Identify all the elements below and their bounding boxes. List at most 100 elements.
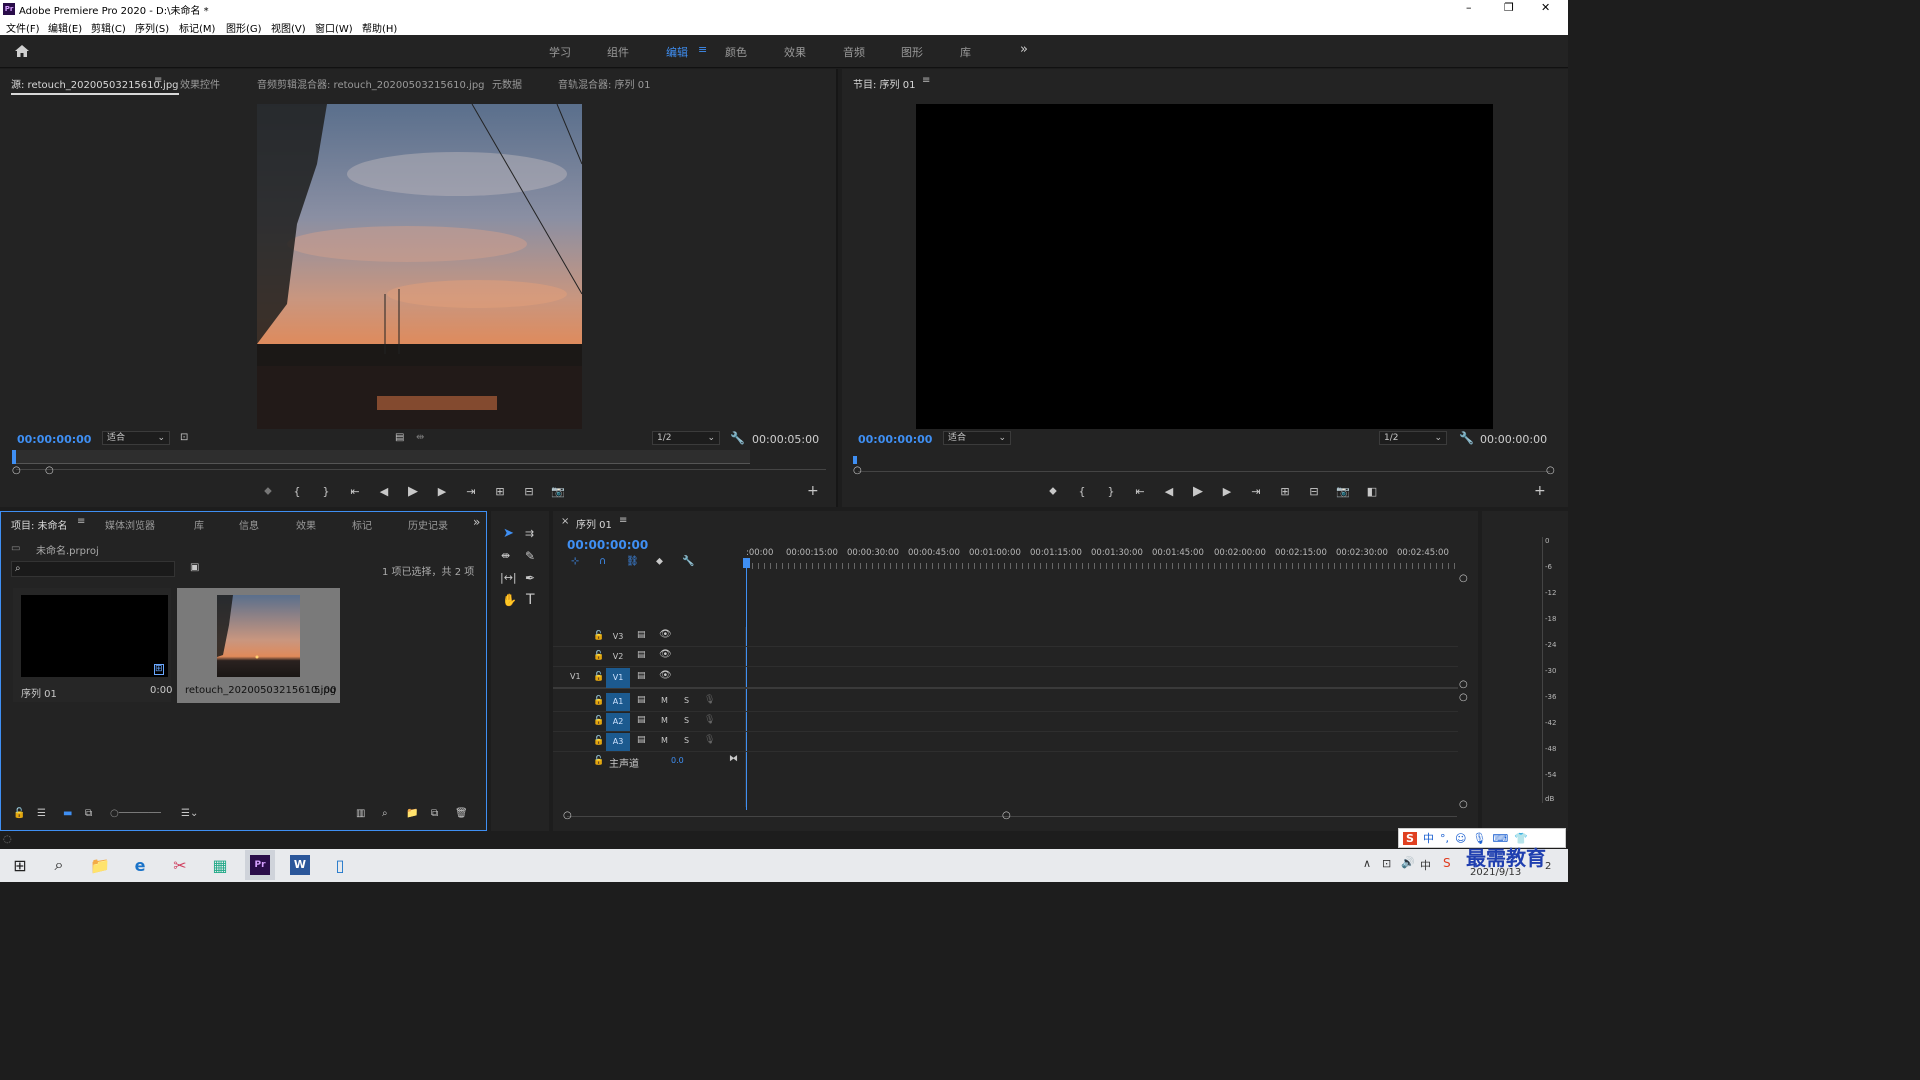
edge-browser-icon[interactable]: e bbox=[125, 850, 155, 880]
track-lock-icon[interactable]: 🔓 bbox=[593, 696, 604, 706]
source-settings-icon[interactable]: ⊡ bbox=[180, 432, 188, 443]
new-bin-icon[interactable]: 📁 bbox=[406, 808, 418, 819]
timeline-settings-icon[interactable]: 🔧 bbox=[682, 556, 694, 567]
track-target-v3[interactable]: V3 bbox=[606, 629, 630, 645]
program-menu-icon[interactable]: ≡ bbox=[922, 75, 930, 86]
solo-button[interactable]: S bbox=[684, 716, 689, 725]
tab-effect-controls[interactable]: 效果控件 bbox=[180, 76, 220, 91]
punctuation-icon[interactable]: °, bbox=[1440, 832, 1449, 845]
go-to-in-icon[interactable]: ⇤ bbox=[1130, 485, 1150, 498]
maximize-button[interactable]: ❐ bbox=[1504, 1, 1514, 14]
solo-button[interactable]: S bbox=[684, 696, 689, 705]
slip-tool-icon[interactable]: |↔| bbox=[500, 571, 517, 584]
go-to-out-icon[interactable]: ⇥ bbox=[461, 485, 481, 498]
emoji-icon[interactable]: ☺ bbox=[1455, 832, 1466, 845]
track-select-tool-icon[interactable]: ⇉ bbox=[525, 527, 534, 540]
workspace-color[interactable]: 颜色 bbox=[725, 44, 747, 60]
mark-in-icon[interactable]: { bbox=[287, 485, 307, 498]
voiceover-mic-icon[interactable]: 🎙 bbox=[704, 695, 715, 705]
program-zoom-dropdown[interactable]: 适合 ⌄ bbox=[943, 431, 1011, 445]
step-back-icon[interactable]: ◀ bbox=[1159, 485, 1179, 498]
workspace-overflow-icon[interactable]: » bbox=[1020, 42, 1028, 57]
track-target-a2[interactable]: A2 bbox=[606, 713, 630, 731]
project-tab-menu-icon[interactable]: ≡ bbox=[77, 516, 85, 527]
track-lock-icon[interactable]: 🔓 bbox=[593, 756, 604, 766]
workspace-graphics[interactable]: 图形 bbox=[901, 44, 923, 60]
track-lock-icon[interactable]: 🔓 bbox=[593, 716, 604, 726]
vertical-scroll-handle[interactable]: ○ bbox=[1459, 799, 1468, 810]
add-marker-icon[interactable]: ⬥ bbox=[1043, 484, 1063, 498]
timeline-ruler[interactable]: :00:00 00:00:15:00 00:00:30:00 00:00:45:… bbox=[746, 545, 1458, 569]
toggle-output-eye-icon[interactable]: 👁 bbox=[659, 649, 672, 660]
overwrite-icon[interactable]: ⊟ bbox=[519, 485, 539, 498]
tab-effects[interactable]: 效果 bbox=[296, 517, 316, 532]
panel-overflow-icon[interactable]: » bbox=[473, 515, 480, 529]
search-icon[interactable]: ⌕ bbox=[44, 850, 74, 880]
nest-icon[interactable]: ⊹ bbox=[571, 556, 579, 567]
menu-help[interactable]: 帮助(H) bbox=[362, 20, 397, 35]
tab-audio-track-mixer[interactable]: 音轨混合器: 序列 01 bbox=[558, 76, 650, 91]
lift-icon[interactable]: ⊞ bbox=[1275, 485, 1295, 498]
menu-view[interactable]: 视图(V) bbox=[271, 20, 306, 35]
find-icon[interactable]: ⌕ bbox=[382, 808, 388, 819]
source-playhead[interactable] bbox=[12, 450, 16, 464]
word-icon[interactable]: W bbox=[285, 850, 315, 880]
workspace-menu-icon[interactable]: ≡ bbox=[698, 43, 707, 56]
program-title[interactable]: 节目: 序列 01 bbox=[853, 76, 915, 91]
step-back-icon[interactable]: ◀ bbox=[374, 485, 394, 498]
scroll-handle-left[interactable]: ○ bbox=[563, 810, 572, 821]
source-timecode[interactable]: 00:00:00:00 bbox=[17, 433, 91, 446]
list-view-icon[interactable]: ☰ bbox=[37, 808, 46, 819]
add-marker-icon[interactable]: ⬥ bbox=[258, 484, 278, 498]
ime-mode[interactable]: 中 bbox=[1423, 830, 1434, 846]
premiere-taskbar-icon[interactable]: Pr bbox=[245, 850, 275, 880]
track-target-v1[interactable]: V1 bbox=[606, 668, 630, 688]
sync-lock-icon[interactable]: ▤ bbox=[637, 650, 646, 660]
track-lock-icon[interactable]: 🔓 bbox=[593, 736, 604, 746]
close-button[interactable]: ✕ bbox=[1541, 1, 1550, 14]
menu-sequence[interactable]: 序列(S) bbox=[135, 20, 169, 35]
snap-icon[interactable]: ∩ bbox=[599, 556, 606, 567]
snipping-tool-icon[interactable]: ✂ bbox=[165, 850, 195, 880]
master-volume-value[interactable]: 0.0 bbox=[671, 756, 684, 765]
source-tab-menu-icon[interactable]: ≡ bbox=[154, 75, 162, 86]
volume-icon[interactable]: 🔊 bbox=[1401, 856, 1415, 869]
tab-history[interactable]: 历史记录 bbox=[408, 517, 448, 532]
export-frame-icon[interactable]: 📷 bbox=[548, 485, 568, 498]
tab-project[interactable]: 项目: 未命名 bbox=[11, 517, 68, 532]
mute-button[interactable]: M bbox=[661, 696, 668, 705]
tab-markers[interactable]: 标记 bbox=[352, 517, 372, 532]
workspace-assembly[interactable]: 组件 bbox=[607, 44, 629, 60]
menu-edit[interactable]: 编辑(E) bbox=[48, 20, 82, 35]
program-timecode[interactable]: 00:00:00:00 bbox=[858, 433, 932, 446]
zoom-slider[interactable]: ○─────── bbox=[110, 808, 161, 819]
ripple-edit-tool-icon[interactable]: ⇼ bbox=[501, 549, 510, 562]
source-zoom-scrollbar[interactable] bbox=[16, 469, 826, 473]
program-wrench-icon[interactable]: 🔧 bbox=[1459, 431, 1474, 445]
program-playhead[interactable] bbox=[853, 456, 857, 464]
sogou-tray-icon[interactable]: S bbox=[1443, 856, 1451, 870]
source-time-ruler[interactable] bbox=[12, 450, 750, 464]
scroll-handle-left[interactable]: ○ bbox=[853, 465, 862, 476]
toggle-output-eye-icon[interactable]: 👁 bbox=[659, 670, 672, 681]
track-lock-icon[interactable]: 🔓 bbox=[593, 631, 604, 641]
tab-media-browser[interactable]: 媒体浏览器 bbox=[105, 517, 155, 532]
timeline-timecode[interactable]: 00:00:00:00 bbox=[567, 538, 648, 552]
scroll-handle-right[interactable]: ○ bbox=[45, 465, 54, 476]
go-to-out-icon[interactable]: ⇥ bbox=[1246, 485, 1266, 498]
timeline-menu-icon[interactable]: ≡ bbox=[619, 515, 627, 526]
hand-tool-icon[interactable]: ✋ bbox=[502, 593, 517, 607]
project-search-input[interactable]: ⌕ bbox=[11, 561, 175, 577]
solo-button[interactable]: S bbox=[684, 736, 689, 745]
source-resolution-dropdown[interactable]: 1/2 ⌄ bbox=[652, 431, 720, 445]
scroll-handle-right[interactable]: ○ bbox=[1546, 465, 1555, 476]
lock-icon[interactable]: 🔓 bbox=[13, 808, 25, 819]
comparison-view-icon[interactable]: ◧ bbox=[1362, 485, 1382, 498]
add-marker-icon[interactable]: ⬥ bbox=[656, 556, 663, 567]
scroll-handle-left[interactable]: ○ bbox=[12, 465, 21, 476]
tab-libraries[interactable]: 库 bbox=[194, 517, 204, 532]
selection-tool-icon[interactable]: ➤ bbox=[503, 526, 514, 541]
new-search-bin-icon[interactable]: ▣ bbox=[190, 562, 199, 573]
type-tool-icon[interactable]: T bbox=[526, 592, 535, 608]
workspace-libraries[interactable]: 库 bbox=[960, 44, 971, 60]
